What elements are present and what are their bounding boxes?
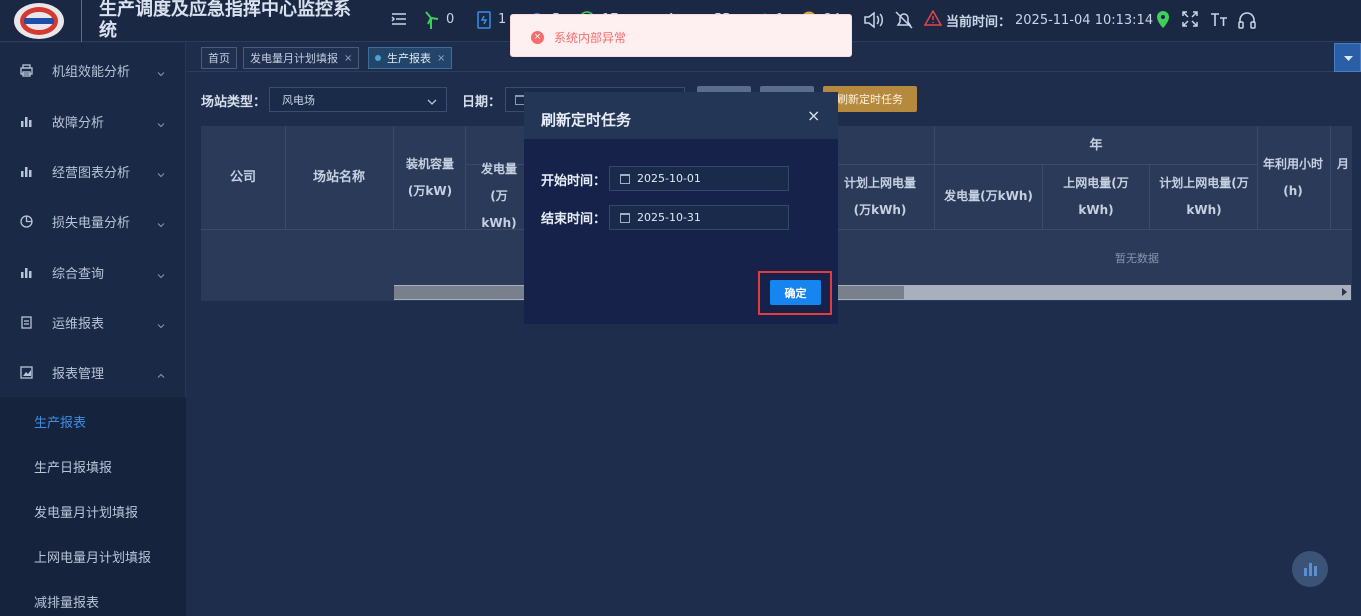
chevron-down-icon (157, 218, 165, 228)
sidebar-item-query[interactable]: 综合查询 (0, 252, 186, 292)
sidebar-item-production-report[interactable]: 生产报表 (34, 412, 86, 431)
sidebar-item-gen-monthly-plan[interactable]: 发电量月计划填报 (34, 502, 138, 521)
bar-chart-icon (1304, 563, 1317, 576)
col-year-gen: 发电量(万kWh) (944, 189, 1033, 203)
bar-chart-icon (19, 164, 34, 179)
floating-stats-button[interactable] (1292, 551, 1328, 587)
chevron-down-icon (157, 118, 165, 128)
col-company: 公司 (229, 170, 256, 185)
col-capacity: 装机容量(万kW) (405, 156, 454, 198)
stat-wind[interactable]: 0 (422, 8, 454, 30)
warning-icon (923, 9, 943, 30)
col-year-hours: 年利用小时(h) (1262, 156, 1323, 198)
col-month-partial: 月 (1336, 156, 1349, 171)
confirm-button[interactable]: 确定 (770, 280, 821, 305)
tab-gen-monthly-plan[interactable]: 发电量月计划填报 × (243, 47, 360, 69)
refresh-task-dialog: 刷新定时任务 × 开始时间： 2025-10-01 结束时间： 2025-10-… (524, 92, 838, 324)
station-type-select[interactable]: 风电场 (269, 87, 447, 112)
sidebar-item-om-reports[interactable]: 运维报表 (0, 302, 186, 342)
start-time-input[interactable]: 2025-10-01 (609, 166, 789, 191)
col-month-plan-grid: 计划上网电量(万kWh) (843, 175, 916, 217)
bar-chart-icon (19, 114, 34, 129)
col-station: 场站名称 (312, 170, 365, 185)
chevron-down-icon (157, 168, 165, 178)
dialog-title: 刷新定时任务 (541, 111, 632, 129)
sidebar-item-unit-efficiency[interactable]: 机组效能分析 (0, 50, 186, 90)
chevron-up-icon (157, 369, 165, 378)
sidebar-item-loss-analysis[interactable]: 损失电量分析 (0, 201, 186, 241)
app-title: 生产调度及应急指挥中心监控系统 (99, 0, 351, 41)
bell-off-icon[interactable] (893, 9, 915, 31)
col-group-year: 年 (1089, 137, 1103, 153)
end-time-label: 结束时间： (541, 212, 607, 227)
font-size-icon[interactable] (1208, 9, 1230, 31)
header-divider (81, 0, 82, 42)
tab-production-report[interactable]: 生产报表 × (368, 47, 453, 69)
scroll-right-icon[interactable] (1342, 288, 1347, 296)
current-time: 当前时间： 2025-11-04 10:13:14 (923, 9, 1153, 30)
chevron-down-icon (157, 319, 165, 329)
sidebar-item-daily-report-fill[interactable]: 生产日报填报 (34, 457, 112, 476)
headset-icon[interactable] (1236, 9, 1258, 31)
sidebar: 机组效能分析 故障分析 经营图表分析 损失电量分析 综合查询 运维报表 报表管理… (0, 43, 186, 616)
station-type-label: 场站类型： (201, 95, 267, 110)
calendar-icon (620, 174, 630, 184)
chevron-down-icon (427, 96, 437, 109)
col-month-gen: 发电量(万kWh) (480, 162, 517, 230)
chevron-down-icon (157, 67, 165, 77)
active-dot-icon (375, 55, 381, 61)
chevron-down-icon (157, 269, 165, 279)
caret-down-icon (1344, 56, 1353, 61)
calendar-icon (620, 213, 630, 223)
close-icon[interactable]: × (344, 53, 352, 64)
stat-battery[interactable]: 1 (476, 8, 506, 30)
menu-fold-icon[interactable] (389, 9, 411, 31)
tab-home[interactable]: 首页 (201, 47, 237, 69)
sidebar-item-business-charts[interactable]: 经营图表分析 (0, 151, 186, 191)
col-year-plan-grid: 计划上网电量(万kWh) (1159, 175, 1249, 217)
close-icon[interactable]: × (437, 53, 445, 64)
report-submenu: 生产报表 生产日报填报 发电量月计划填报 上网电量月计划填报 减排量报表 (0, 397, 186, 616)
area-chart-icon (19, 365, 34, 380)
date-label: 日期： (462, 95, 502, 110)
sidebar-item-emission-report[interactable]: 减排量报表 (34, 592, 99, 611)
document-icon (19, 315, 34, 330)
wind-turbine-icon (422, 9, 440, 29)
battery-icon (476, 9, 492, 29)
volume-icon[interactable] (862, 9, 884, 31)
sidebar-item-fault-analysis[interactable]: 故障分析 (0, 101, 186, 141)
fullscreen-icon[interactable] (1180, 9, 1202, 31)
bar-chart-icon (19, 265, 34, 280)
empty-text: 暂无数据 (1115, 252, 1159, 265)
error-toast: × 系统内部异常 (510, 14, 852, 57)
dialog-header: 刷新定时任务 × (524, 92, 838, 139)
error-icon: × (531, 31, 544, 44)
close-icon[interactable]: × (807, 106, 820, 125)
sidebar-item-grid-monthly-plan[interactable]: 上网电量月计划填报 (34, 547, 151, 566)
printer-icon (19, 63, 34, 78)
col-year-grid: 上网电量(万kWh) (1063, 175, 1129, 217)
tabs-dropdown-button[interactable] (1334, 43, 1361, 72)
location-icon[interactable] (1153, 9, 1175, 31)
end-time-input[interactable]: 2025-10-31 (609, 205, 789, 230)
sidebar-item-report-management[interactable]: 报表管理 (0, 352, 186, 392)
pie-chart-icon (19, 214, 34, 229)
company-logo (14, 3, 64, 39)
start-time-label: 开始时间： (541, 174, 607, 189)
